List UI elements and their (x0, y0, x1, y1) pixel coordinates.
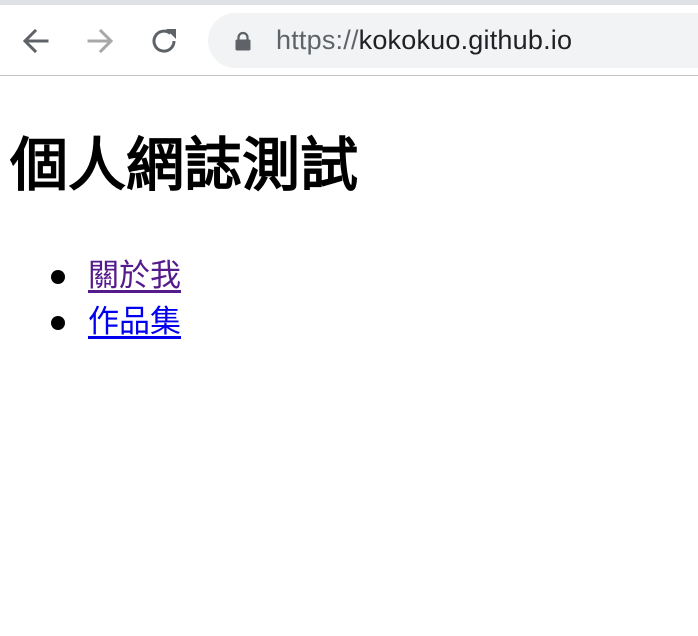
url-scheme: https:// (276, 25, 359, 55)
lock-icon (235, 31, 251, 51)
forward-button[interactable] (80, 21, 120, 61)
bullet-icon (51, 316, 65, 330)
reload-icon (152, 29, 176, 53)
page-content: 個人網誌測試 關於我 作品集 (0, 77, 698, 636)
link-portfolio[interactable]: 作品集 (88, 299, 181, 345)
page-title: 個人網誌測試 (10, 131, 359, 199)
link-about-me[interactable]: 關於我 (88, 253, 181, 299)
arrow-right-icon (87, 28, 114, 54)
url-text[interactable]: https://kokokuo.github.io (276, 25, 572, 55)
arrow-left-icon (22, 28, 49, 54)
browser-toolbar: https://kokokuo.github.io (0, 5, 698, 76)
bullet-icon (51, 270, 65, 284)
address-bar[interactable]: https://kokokuo.github.io (208, 13, 698, 68)
url-host: kokokuo.github.io (358, 25, 573, 55)
reload-button[interactable] (144, 21, 184, 61)
back-button[interactable] (16, 21, 56, 61)
